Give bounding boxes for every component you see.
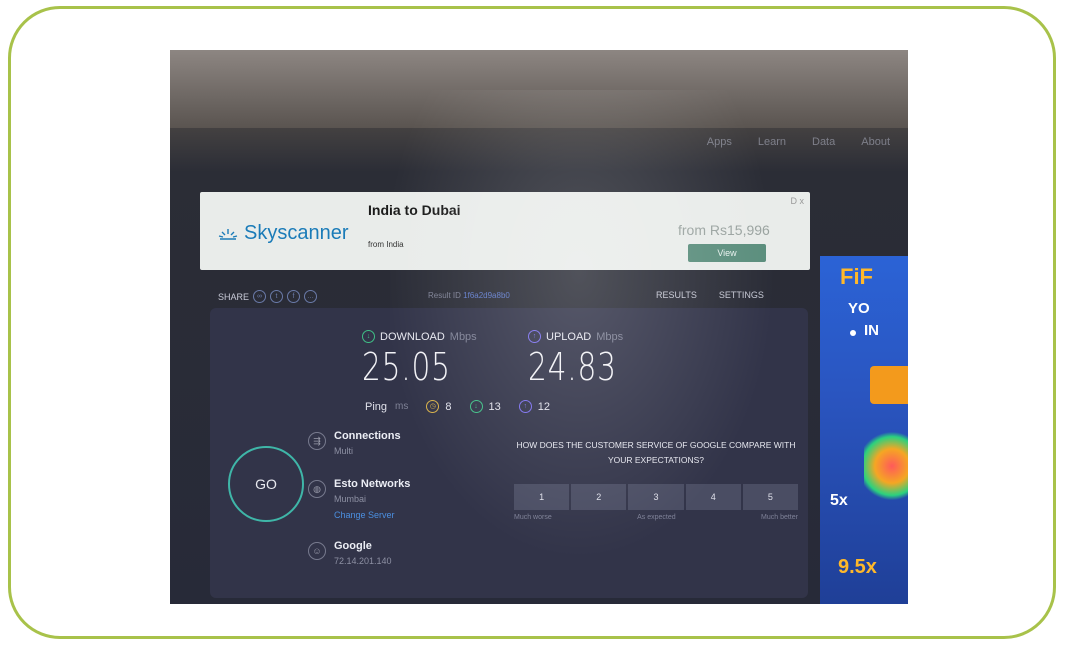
survey: HOW DOES THE CUSTOMER SERVICE OF GOOGLE … bbox=[514, 438, 799, 521]
skyscanner-ad[interactable]: Skyscanner India to Dubai from India fro… bbox=[200, 192, 810, 270]
upload-value: 24.83 bbox=[528, 345, 617, 389]
ping-download: 13 bbox=[488, 400, 501, 413]
nav-about[interactable]: About bbox=[861, 136, 890, 148]
upload-ping-icon: ↑ bbox=[518, 400, 532, 413]
more-icon[interactable]: … bbox=[304, 290, 318, 303]
ping-label: Ping bbox=[365, 400, 388, 413]
monitor-bezel bbox=[170, 50, 908, 128]
sunrise-icon bbox=[218, 228, 238, 240]
upload-label: UPLOAD bbox=[546, 330, 592, 343]
connections-icon: ⇶ bbox=[308, 432, 326, 450]
idle-ping-icon: ◷ bbox=[426, 400, 440, 413]
upload-icon: ↑ bbox=[528, 330, 541, 343]
server-location: Mumbai bbox=[334, 494, 367, 504]
go-button[interactable]: GO bbox=[228, 446, 304, 522]
upload-metric: ↑ UPLOAD Mbps 24.83 bbox=[528, 330, 642, 389]
download-metric: ↓ DOWNLOAD Mbps 25.05 bbox=[362, 330, 477, 389]
isp-info: ☺ Google 72.14.201.140 bbox=[308, 540, 392, 566]
download-value: 25.05 bbox=[362, 345, 451, 389]
globe-icon: ◍ bbox=[308, 480, 326, 498]
survey-option-1[interactable]: 1 bbox=[514, 484, 572, 510]
change-server-link[interactable]: Change Server bbox=[334, 510, 410, 520]
ad-subtitle: from India bbox=[368, 240, 404, 249]
result-id: Result ID 1f6a2d9a8b0 bbox=[428, 291, 510, 300]
top-nav: Apps Learn Data About bbox=[707, 136, 890, 148]
bullet-icon bbox=[850, 330, 856, 336]
ping-unit: ms bbox=[395, 401, 409, 412]
survey-scale: 1 2 3 4 5 bbox=[514, 484, 799, 510]
screen-photo: Apps Learn Data About Skyscanner India t… bbox=[170, 50, 908, 604]
download-icon: ↓ bbox=[362, 330, 375, 343]
download-unit: Mbps bbox=[449, 330, 477, 343]
ad-logo: Skyscanner bbox=[218, 222, 349, 245]
result-id-label: Result ID bbox=[428, 291, 461, 300]
side-ad-line2: YO bbox=[848, 300, 870, 317]
side-ad-line3: IN bbox=[864, 322, 879, 339]
survey-option-2[interactable]: 2 bbox=[571, 484, 629, 510]
facebook-icon[interactable]: f bbox=[287, 290, 301, 303]
survey-low-label: Much worse bbox=[514, 514, 552, 521]
ping-upload: 12 bbox=[537, 400, 550, 413]
firework-icon bbox=[864, 426, 908, 506]
server-info: ◍ Esto Networks Mumbai Change Server bbox=[308, 478, 410, 520]
survey-option-3[interactable]: 3 bbox=[628, 484, 686, 510]
connections-title: Connections bbox=[334, 430, 401, 442]
ad-title: India to Dubai bbox=[368, 202, 461, 218]
survey-option-4[interactable]: 4 bbox=[685, 484, 743, 510]
ad-brand: Skyscanner bbox=[244, 222, 349, 244]
ad-price: from Rs15,996 bbox=[678, 222, 770, 238]
tab-settings[interactable]: SETTINGS bbox=[719, 290, 764, 300]
isp-name: Google bbox=[334, 540, 372, 552]
nav-data[interactable]: Data bbox=[812, 136, 835, 148]
link-icon[interactable]: ∞ bbox=[253, 290, 267, 303]
upload-unit: Mbps bbox=[596, 330, 624, 343]
connections-info: ⇶ Connections Multi bbox=[308, 430, 401, 456]
twitter-icon[interactable]: t bbox=[270, 290, 284, 303]
side-banner-ad[interactable]: FiF YO IN 5x 9.5x bbox=[820, 256, 908, 604]
side-ad-line1: FiF bbox=[840, 264, 873, 289]
side-ad-button[interactable] bbox=[870, 366, 908, 404]
nav-apps[interactable]: Apps bbox=[707, 136, 732, 148]
isp-ip: 72.14.201.140 bbox=[334, 556, 392, 566]
connections-value[interactable]: Multi bbox=[334, 446, 401, 456]
survey-high-label: Much better bbox=[761, 514, 798, 521]
share-bar: SHARE ∞ t f … bbox=[218, 290, 318, 303]
ad-view-button[interactable]: View bbox=[688, 244, 766, 262]
ping-idle: 8 bbox=[445, 400, 452, 413]
survey-mid-label: As expected bbox=[637, 514, 676, 521]
share-label: SHARE bbox=[218, 291, 250, 302]
survey-option-5[interactable]: 5 bbox=[742, 484, 799, 510]
tab-results[interactable]: RESULTS bbox=[656, 290, 697, 300]
ad-close-icon[interactable]: D x bbox=[791, 196, 805, 206]
result-id-value[interactable]: 1f6a2d9a8b0 bbox=[463, 291, 510, 300]
speedtest-panel: ↓ DOWNLOAD Mbps 25.05 ↑ UPLOAD Mbps 24.8… bbox=[210, 308, 808, 598]
survey-question: HOW DOES THE CUSTOMER SERVICE OF GOOGLE … bbox=[516, 440, 796, 465]
nav-learn[interactable]: Learn bbox=[758, 136, 786, 148]
download-label: DOWNLOAD bbox=[380, 330, 445, 343]
download-ping-icon: ↓ bbox=[469, 400, 483, 413]
side-ad-promo1: 5x bbox=[830, 492, 848, 509]
user-icon: ☺ bbox=[308, 542, 326, 560]
server-name: Esto Networks bbox=[334, 478, 411, 490]
result-tabs: RESULTS SETTINGS bbox=[656, 290, 764, 300]
survey-scale-labels: Much worse As expected Much better bbox=[514, 514, 798, 521]
ping-row: Ping ms ◷ 8 ↓ 13 ↑ 12 bbox=[365, 400, 550, 413]
side-ad-promo2: 9.5x bbox=[838, 556, 877, 578]
